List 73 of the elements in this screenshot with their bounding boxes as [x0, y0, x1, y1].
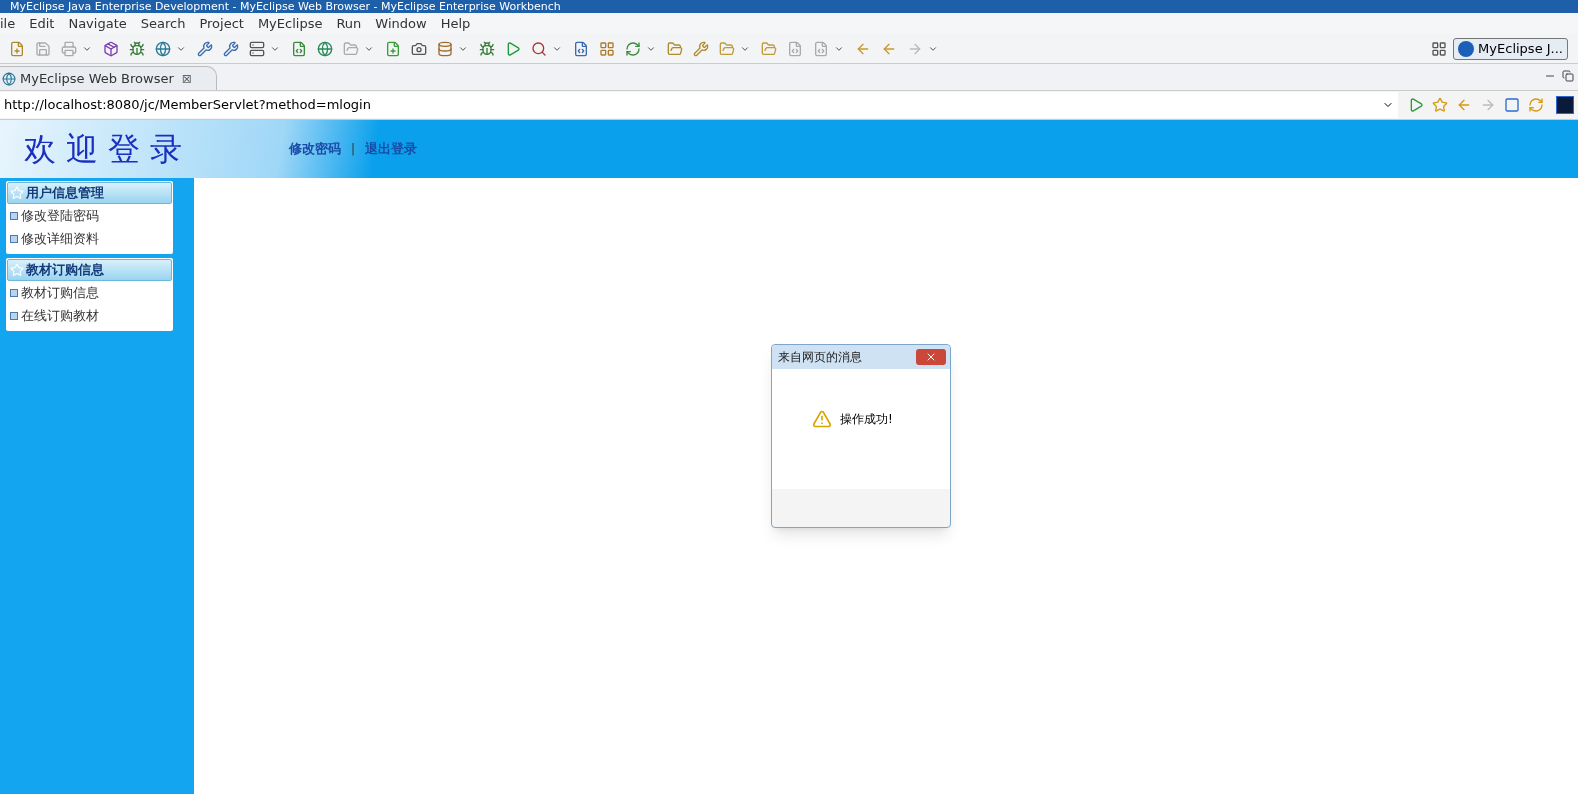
file-add-icon[interactable]: [385, 40, 401, 57]
menu-item[interactable]: Run: [329, 13, 369, 34]
warning-icon: [812, 409, 832, 429]
menu-header[interactable]: 用户信息管理: [7, 182, 172, 204]
stop-icon[interactable]: [1504, 97, 1520, 113]
menu-item[interactable]: ile: [0, 13, 23, 34]
close-button[interactable]: [916, 349, 946, 365]
page-title: 欢迎登录: [24, 129, 193, 170]
tab-label: MyEclipse Web Browser: [20, 69, 174, 88]
menu-item[interactable]: Project: [192, 13, 251, 34]
banner-link[interactable]: 修改密码: [289, 139, 341, 159]
address-text: http://localhost:8080/jc/MemberServlet?method=mlogin: [4, 96, 372, 115]
bullet-icon: [10, 234, 18, 243]
wrench-icon[interactable]: [693, 40, 709, 57]
menu-item[interactable]: Search: [133, 13, 193, 34]
camera-icon[interactable]: [411, 40, 427, 57]
refresh-icon[interactable]: [1528, 97, 1544, 113]
perspective-icon[interactable]: [1431, 40, 1448, 57]
menu-title: 教材订购信息: [26, 261, 104, 280]
folder-icon[interactable]: [761, 40, 777, 57]
run-icon[interactable]: [505, 40, 521, 57]
folder-icon[interactable]: [719, 40, 735, 57]
menu-item[interactable]: MyEclipse: [250, 13, 330, 34]
restore-icon[interactable]: [1562, 70, 1574, 82]
folder-icon[interactable]: [343, 40, 359, 57]
bullet-icon: [10, 311, 18, 320]
database-icon[interactable]: [437, 40, 453, 57]
menu-item[interactable]: Help: [433, 13, 478, 34]
menu-link[interactable]: 在线订购教材: [21, 305, 99, 326]
save-icon[interactable]: [35, 40, 51, 57]
menu-title: 用户信息管理: [26, 184, 104, 203]
new-file-icon[interactable]: [9, 40, 25, 57]
menu-link[interactable]: 修改登陆密码: [21, 205, 99, 226]
server-icon[interactable]: [249, 40, 265, 57]
menu-link[interactable]: 教材订购信息: [21, 282, 99, 303]
globe-icon[interactable]: [155, 40, 171, 57]
perspective-button[interactable]: MyEclipse J...: [1453, 37, 1568, 60]
tab-close[interactable]: ⊠: [181, 69, 192, 88]
refresh-icon[interactable]: [625, 40, 641, 57]
bullet-icon: [10, 288, 18, 297]
address-field[interactable]: http://localhost:8080/jc/MemberServlet?method=mlogin: [0, 92, 1398, 118]
dialog-message: 操作成功!: [840, 411, 893, 428]
link-separator: |: [351, 141, 356, 158]
editor-tab[interactable]: MyEclipse Web Browser ⊠: [0, 66, 217, 90]
wrench-icon[interactable]: [197, 40, 213, 57]
back-icon[interactable]: [1456, 97, 1472, 113]
globe-icon: [2, 71, 16, 86]
globe-icon[interactable]: [317, 40, 333, 57]
file-icon[interactable]: [787, 40, 803, 57]
print-icon[interactable]: [61, 40, 77, 57]
menu-header[interactable]: 教材订购信息: [7, 259, 172, 281]
search-icon[interactable]: [531, 40, 547, 57]
menu-link[interactable]: 修改详细资料: [21, 228, 99, 249]
dialog-title: 来自网页的消息: [778, 349, 862, 366]
bug-icon[interactable]: [129, 40, 145, 57]
bullet-icon: [10, 211, 18, 220]
file-icon[interactable]: [813, 40, 829, 57]
package-icon[interactable]: [103, 40, 119, 57]
file-icon[interactable]: [291, 40, 307, 57]
go-icon[interactable]: [1408, 97, 1424, 113]
wrench-icon[interactable]: [223, 40, 239, 57]
menu-item[interactable]: Window: [368, 13, 434, 34]
close-icon: [925, 351, 937, 363]
star-icon: [10, 263, 24, 277]
window-title: MyEclipse Java Enterprise Development - MyEclipse Web Browser - MyEclipse Enterprise Workbench: [10, 0, 561, 13]
folder-icon[interactable]: [667, 40, 683, 57]
bookmark-icon[interactable]: [1432, 97, 1448, 113]
menu-item[interactable]: Edit: [22, 13, 62, 34]
bug-icon[interactable]: [479, 40, 495, 57]
star-icon: [10, 186, 24, 200]
grid-icon[interactable]: [599, 40, 615, 57]
file-icon[interactable]: [573, 40, 589, 57]
menu-item[interactable]: Navigate: [61, 13, 134, 34]
